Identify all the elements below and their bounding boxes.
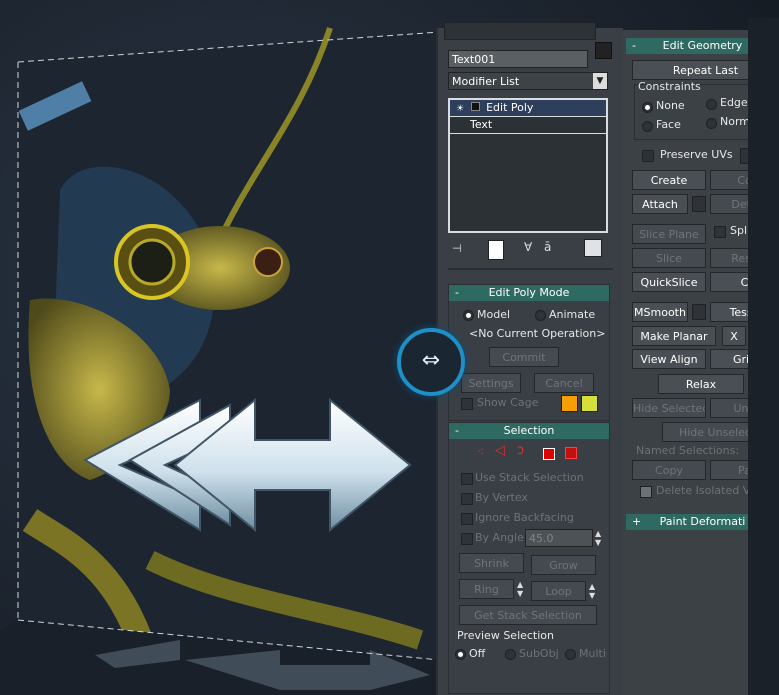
modifier-stack[interactable]: ☀ Edit Poly Text [448,98,608,233]
stack-item-edit-poly[interactable]: ☀ Edit Poly [450,100,606,116]
planar-x-button[interactable]: X [722,326,746,346]
angle-spinner[interactable]: 45.0 [525,529,593,547]
object-name-field[interactable]: Text001 [448,50,588,68]
edge-mode-icon[interactable]: ◁ [495,443,505,458]
attach-button[interactable]: Attach [632,194,688,214]
ignore-backfacing-checkbox[interactable] [461,513,473,525]
make-planar-button[interactable]: Make Planar [632,326,716,346]
remove-modifier-icon[interactable]: ā [544,240,558,258]
attach-settings-icon[interactable] [692,196,706,212]
create-button[interactable]: Create [632,170,706,190]
constraint-none-radio[interactable] [642,102,653,113]
make-unique-icon[interactable]: ∀ [524,240,538,258]
settings-button[interactable]: Settings [461,373,521,393]
grow-button[interactable]: Grow [531,555,596,575]
constraint-normal-radio[interactable] [706,118,717,129]
border-mode-icon[interactable]: ↄ [517,443,524,458]
constraints-label: Constraints [638,80,701,93]
expand-box-icon[interactable] [470,102,480,111]
relax-button[interactable]: Relax [658,374,744,394]
by-angle-label: By Angle: [475,531,528,544]
hide-selected-button[interactable]: Hide Selected [632,398,706,418]
loop-button[interactable]: Loop [531,581,586,601]
show-cage-checkbox[interactable] [461,398,473,410]
divider [448,268,613,270]
vertex-mode-icon[interactable]: ⁖ [477,445,484,459]
object-color-swatch[interactable] [595,42,612,59]
use-stack-selection-label: Use Stack Selection [475,471,584,484]
quickslice-button[interactable]: QuickSlice [632,272,706,292]
stack-item-label: Edit Poly [486,101,534,114]
constraint-edge-radio[interactable] [706,99,717,110]
rollout-title: Edit Poly Mode [488,286,570,299]
preview-multi-label: Multi [579,647,606,660]
slice-button[interactable]: Slice [632,248,706,268]
by-angle-checkbox[interactable] [461,533,473,545]
element-mode-icon[interactable] [565,447,577,459]
constraint-face-label: Face [656,118,681,131]
loop-spinner-arrows[interactable]: ▲ ▼ [589,582,595,600]
cage-color-swatch[interactable] [561,395,578,412]
angle-spinner-arrows[interactable]: ▲ ▼ [595,529,601,547]
preview-subobj-label: SubObj [519,647,559,660]
cube-side-face [748,18,779,695]
constraint-face-radio[interactable] [642,121,653,132]
ring-spinner-arrows[interactable]: ▲ ▼ [517,580,523,598]
ring-button[interactable]: Ring [459,579,514,599]
chevron-down-icon[interactable]: ▼ [593,73,607,89]
show-end-result-icon[interactable] [488,240,504,260]
selection-header[interactable]: - Selection [449,423,609,439]
msmooth-button[interactable]: MSmooth [632,302,688,322]
preview-off-label: Off [469,647,486,660]
polygon-mode-icon[interactable] [543,448,555,460]
commit-button[interactable]: Commit [489,347,559,367]
rollout-title: Selection [503,424,555,437]
command-panel-tabs[interactable] [444,22,596,40]
radio-animate[interactable] [535,310,546,321]
preserve-uvs-checkbox[interactable] [642,150,654,162]
view-align-button[interactable]: View Align [632,349,706,369]
constraint-normal-label: Norm [720,115,751,128]
split-label: Spl [730,224,748,237]
copy-button[interactable]: Copy [632,460,706,480]
configure-sets-icon[interactable] [584,239,602,257]
named-selections-label: Named Selections: [636,444,740,457]
use-stack-selection-checkbox[interactable] [461,473,473,485]
edit-poly-mode-header[interactable]: - Edit Poly Mode [449,285,609,301]
pin-stack-icon[interactable]: ⊣ [452,242,470,258]
by-vertex-label: By Vertex [475,491,528,504]
double-arrow-icon: ⇔ [421,348,441,373]
cage-selected-color-swatch[interactable] [581,395,598,412]
cancel-button[interactable]: Cancel [534,373,594,393]
ignore-backfacing-label: Ignore Backfacing [475,511,574,524]
constraint-none-label: None [656,99,685,112]
shrink-button[interactable]: Shrink [459,553,524,573]
delete-isolated-label: Delete Isolated Ve [656,484,757,497]
selection-rollout: - Selection ⁖ ◁ ↄ Use Stack Selection By… [448,422,610,694]
modifier-list-label: Modifier List [452,75,520,88]
get-stack-selection-button[interactable]: Get Stack Selection [459,605,597,625]
by-vertex-checkbox[interactable] [461,493,473,505]
radio-animate-label: Animate [549,308,596,321]
show-cage-label: Show Cage [477,396,539,409]
constraint-edge-label: Edge [720,96,748,109]
edit-poly-mode-rollout: - Edit Poly Mode Model Animate <No Curre… [448,284,610,421]
current-operation: <No Current Operation> [469,327,606,340]
preview-subobj-radio[interactable] [505,649,516,660]
split-checkbox[interactable] [714,226,726,238]
stack-item-text[interactable]: Text [450,116,606,134]
radio-model-label: Model [477,308,511,321]
modifier-list-dropdown[interactable]: Modifier List ▼ [448,72,608,90]
radio-model[interactable] [463,310,474,321]
slice-plane-button[interactable]: Slice Plane [632,224,706,244]
preview-multi-radio[interactable] [565,649,576,660]
delete-isolated-checkbox[interactable] [640,486,652,498]
resize-handle[interactable]: ⇔ [397,328,465,396]
preview-selection-label: Preview Selection [457,629,555,642]
preview-off-radio[interactable] [455,649,466,660]
lightbulb-icon[interactable]: ☀ [456,104,464,114]
msmooth-settings-icon[interactable] [692,304,706,320]
preserve-uvs-label: Preserve UVs [660,148,733,161]
